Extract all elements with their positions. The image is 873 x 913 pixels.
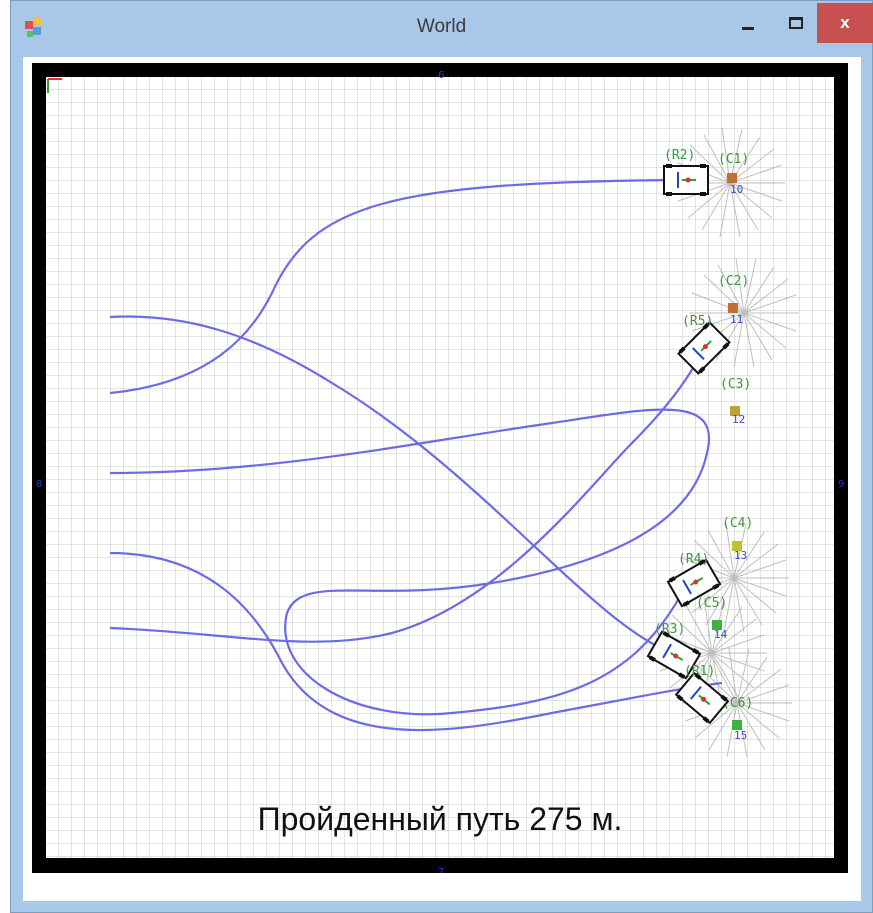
svg-text:(C3): (C3): [720, 377, 751, 392]
close-button[interactable]: x: [817, 3, 873, 43]
client-area: 6 7 8 9 (C1) 10 (C2) 11 (C3) 12 (C4) 13 …: [23, 57, 861, 901]
svg-text:14: 14: [714, 628, 728, 641]
svg-text:(C4): (C4): [722, 516, 753, 531]
svg-text:(C2): (C2): [718, 274, 749, 289]
simulation-arena[interactable]: 6 7 8 9 (C1) 10 (C2) 11 (C3) 12 (C4) 13 …: [32, 63, 848, 873]
arena-canvas: 6 7 8 9 (C1) 10 (C2) 11 (C3) 12 (C4) 13 …: [32, 63, 848, 873]
axis-label-top: 6: [438, 70, 444, 81]
maximize-button[interactable]: [774, 1, 818, 45]
svg-text:(R2): (R2): [664, 148, 695, 163]
svg-text:(R5): (R5): [682, 314, 713, 329]
distance-travelled-label: Пройденный путь 275 м.: [257, 801, 623, 837]
svg-text:11: 11: [730, 313, 743, 326]
svg-text:(R3): (R3): [654, 622, 685, 637]
status-strip: [32, 875, 848, 897]
svg-text:15: 15: [734, 729, 747, 742]
svg-text:13: 13: [734, 549, 747, 562]
minimize-button[interactable]: [726, 1, 770, 45]
close-icon: x: [840, 13, 850, 32]
axis-label-left: 8: [36, 479, 42, 490]
minimize-icon: [742, 26, 754, 30]
world-window: World x 6 7 8 9 (C1) 10 (C2) 11 (C3) 12 …: [10, 0, 873, 913]
svg-text:(R4): (R4): [678, 552, 709, 567]
maximize-icon: [789, 17, 803, 29]
svg-text:(C1): (C1): [718, 152, 749, 167]
svg-text:(R1): (R1): [684, 664, 715, 679]
title-bar[interactable]: World x: [11, 1, 873, 57]
svg-text:10: 10: [730, 183, 743, 196]
svg-text:12: 12: [732, 413, 745, 426]
axis-label-bottom: 7: [438, 867, 444, 873]
axis-label-right: 9: [838, 479, 844, 490]
svg-text:(C5): (C5): [696, 596, 727, 611]
